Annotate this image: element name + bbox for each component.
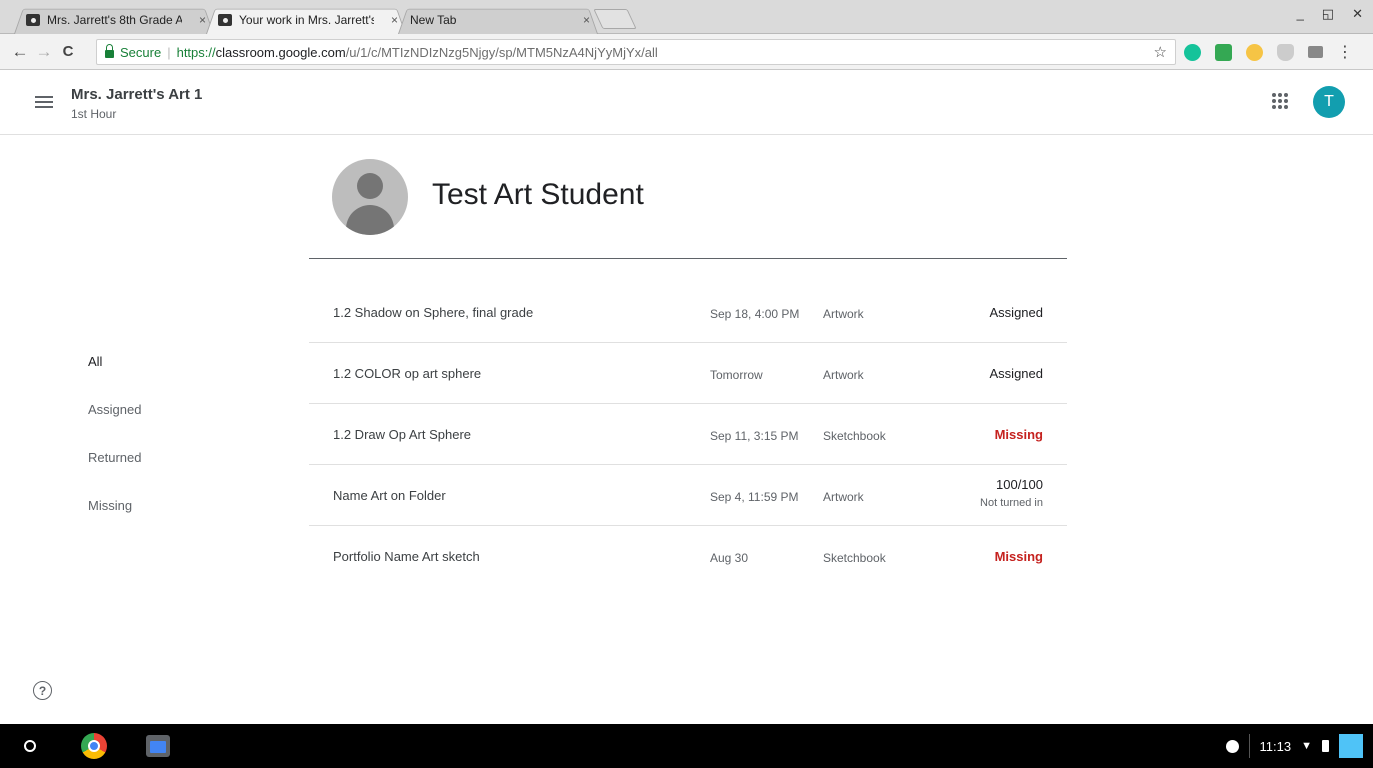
window-controls: _ ◱ ✕: [1297, 6, 1363, 22]
work-due-date: Sep 11, 3:15 PM: [710, 429, 799, 443]
url-host: classroom.google.com: [215, 44, 346, 60]
shield-extension-icon[interactable]: [1277, 43, 1294, 61]
work-status: Assigned: [989, 366, 1043, 381]
files-app-icon[interactable]: [146, 735, 170, 757]
tab-title: New Tab: [410, 13, 457, 27]
close-window-button[interactable]: ✕: [1352, 6, 1363, 22]
new-tab-button[interactable]: [593, 9, 637, 29]
address-bar[interactable]: Secure | https://classroom.google.com/u/…: [96, 39, 1176, 65]
browser-menu-icon[interactable]: ⋮: [1337, 42, 1353, 62]
filter-missing[interactable]: Missing: [88, 498, 132, 513]
status-tray[interactable]: 11:13 ▼: [1225, 734, 1363, 758]
clock: 11:13: [1259, 738, 1292, 754]
work-status-graded: 100/100 Not turned in: [980, 477, 1043, 509]
work-status: Assigned: [989, 305, 1043, 320]
tab-title: Your work in Mrs. Jarrett's: [239, 13, 374, 27]
browser-tabstrip: Mrs. Jarrett's 8th Grade A × Your work i…: [0, 0, 1373, 34]
classroom-header: Mrs. Jarrett's Art 1 1st Hour T: [0, 70, 1373, 135]
work-title: 1.2 COLOR op art sphere: [333, 366, 482, 381]
bookmark-star-icon[interactable]: ☆: [1154, 43, 1167, 61]
tab-8th-grade[interactable]: Mrs. Jarrett's 8th Grade A ×: [14, 6, 214, 34]
wifi-icon: ▼: [1301, 740, 1312, 752]
work-item[interactable]: 1.2 COLOR op art sphere Tomorrow Artwork…: [309, 343, 1067, 404]
work-due-date: Tomorrow: [710, 368, 763, 382]
classroom-favicon-icon: [26, 14, 40, 26]
grammarly-icon[interactable]: [1184, 43, 1201, 61]
work-topic: Sketchbook: [823, 551, 886, 565]
battery-icon: [1322, 740, 1329, 752]
browser-toolbar: ← → C Secure | https://classroom.google.…: [0, 34, 1373, 70]
divider: [309, 258, 1067, 259]
tab-close-icon[interactable]: ×: [199, 13, 206, 27]
account-avatar[interactable]: T: [1313, 86, 1345, 118]
extension-square-icon[interactable]: [1215, 43, 1232, 61]
tab-your-work[interactable]: Your work in Mrs. Jarrett's ×: [206, 6, 406, 34]
system-shelf: 11:13 ▼: [0, 724, 1373, 768]
forward-button[interactable]: →: [32, 42, 56, 62]
back-button[interactable]: ←: [8, 42, 32, 62]
work-due-date: Aug 30: [710, 551, 749, 565]
work-item[interactable]: Portfolio Name Art sketch Aug 30 Sketchb…: [309, 526, 1067, 587]
class-title[interactable]: Mrs. Jarrett's Art 1: [71, 86, 202, 103]
filter-returned[interactable]: Returned: [88, 450, 141, 465]
work-list: 1.2 Shadow on Sphere, final grade Sep 18…: [309, 282, 1067, 587]
tab-close-icon[interactable]: ×: [391, 13, 398, 27]
work-status-note: Not turned in: [980, 497, 1043, 509]
url-path: /u/1/c/MTIzNDIzNzg5Njgy/sp/MTM5NzA4NjYyM…: [345, 44, 658, 60]
work-due-date: Sep 4, 11:59 PM: [710, 490, 799, 504]
work-title: 1.2 Draw Op Art Sphere: [333, 427, 472, 442]
work-topic: Artwork: [823, 490, 864, 504]
help-icon[interactable]: ?: [33, 681, 52, 700]
student-name: Test Art Student: [432, 178, 644, 211]
url-scheme: https://: [176, 44, 216, 60]
tab-new-tab[interactable]: New Tab ×: [398, 6, 598, 34]
tab-close-icon[interactable]: ×: [583, 13, 590, 27]
work-item[interactable]: Name Art on Folder Sep 4, 11:59 PM Artwo…: [309, 465, 1067, 526]
classroom-favicon-icon: [218, 14, 232, 26]
tray-divider: [1248, 734, 1250, 758]
omnibox-separator: |: [167, 44, 171, 60]
extension-icons: ⋮: [1184, 42, 1353, 62]
restore-button[interactable]: ◱: [1322, 6, 1334, 22]
google-apps-icon[interactable]: [1272, 93, 1288, 109]
reload-button[interactable]: C: [56, 43, 80, 60]
work-topic: Artwork: [823, 307, 864, 321]
launcher-icon[interactable]: [24, 740, 36, 752]
main-menu-icon[interactable]: [35, 96, 53, 108]
chrome-icon[interactable]: [81, 733, 107, 759]
work-title: Name Art on Folder: [333, 488, 446, 503]
filter-all[interactable]: All: [88, 354, 102, 369]
filter-assigned[interactable]: Assigned: [88, 402, 141, 417]
class-section: 1st Hour: [71, 107, 117, 121]
student-avatar: [332, 159, 408, 235]
work-title: 1.2 Shadow on Sphere, final grade: [333, 305, 534, 320]
cast-icon[interactable]: [1308, 46, 1323, 58]
minimize-button[interactable]: _: [1297, 6, 1304, 22]
secure-label: Secure: [120, 44, 162, 60]
work-item[interactable]: 1.2 Shadow on Sphere, final grade Sep 18…: [309, 282, 1067, 343]
tab-title: Mrs. Jarrett's 8th Grade A: [47, 13, 182, 27]
work-topic: Artwork: [823, 368, 864, 382]
work-grade: 100/100: [996, 477, 1043, 492]
work-status: Missing: [994, 549, 1043, 564]
work-due-date: Sep 18, 4:00 PM: [710, 307, 800, 321]
emoji-extension-icon[interactable]: [1246, 43, 1263, 61]
lock-icon: [105, 44, 114, 58]
work-item[interactable]: 1.2 Draw Op Art Sphere Sep 11, 3:15 PM S…: [309, 404, 1067, 465]
work-title: Portfolio Name Art sketch: [333, 549, 480, 564]
do-not-disturb-icon: [1225, 739, 1239, 753]
work-status: Missing: [994, 427, 1043, 442]
user-picture-icon: [1339, 734, 1363, 758]
work-topic: Sketchbook: [823, 429, 886, 443]
